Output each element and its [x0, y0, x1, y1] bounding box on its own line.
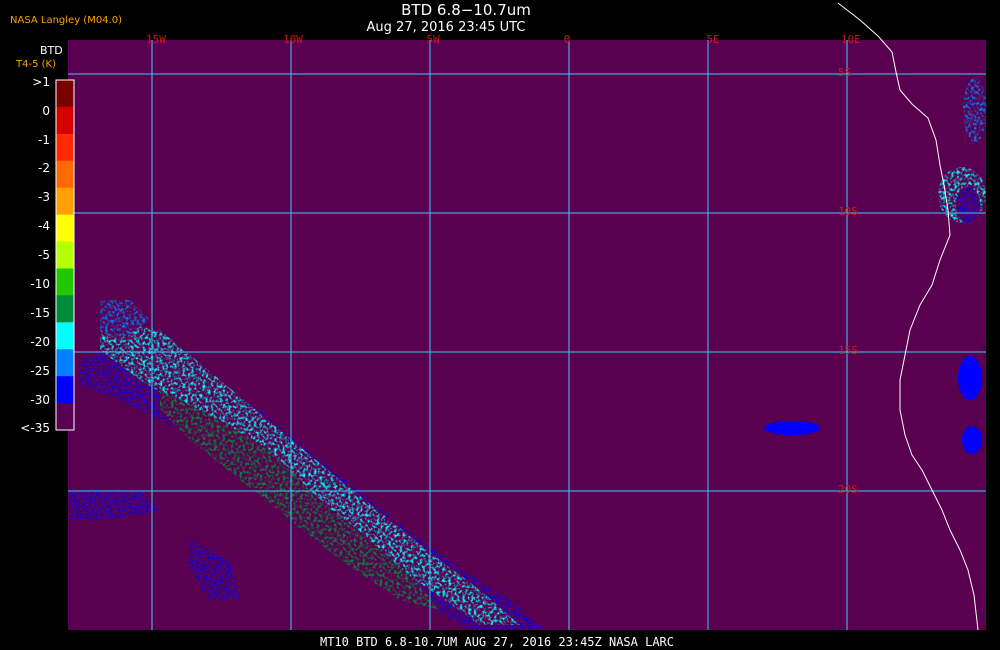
- colorbar-label: -25: [30, 364, 50, 378]
- colorbar-swatch: [56, 187, 74, 216]
- colorbar-label: -4: [38, 219, 50, 233]
- colorbar-units: T4-5 (K): [16, 59, 56, 70]
- colorbar-label: -10: [30, 277, 50, 291]
- colorbar-label: -5: [38, 248, 50, 262]
- colorbar-swatch: [56, 349, 74, 377]
- colorbar: [56, 80, 74, 431]
- longitude-label: 15W: [146, 33, 166, 46]
- longitude-label: 0: [563, 33, 571, 46]
- colorbar-label: -15: [30, 306, 50, 320]
- colorbar-swatch: [56, 106, 74, 135]
- colorbar-swatch: [56, 80, 74, 108]
- colorbar-swatch: [56, 403, 74, 431]
- colorbar-swatch: [56, 376, 74, 404]
- colorbar-label: -3: [38, 190, 50, 204]
- longitude-label: 5E: [706, 33, 720, 46]
- colorbar-label: -30: [30, 393, 50, 407]
- lat-lon-grid: [68, 40, 986, 630]
- map-overlay: [55, 2, 987, 631]
- timestamp: Aug 27, 2016 23:45 UTC: [366, 20, 526, 35]
- longitude-label: 10E: [841, 33, 861, 46]
- latitude-label: 20S: [838, 483, 858, 496]
- satellite-image-view: NASA Langley (M04.0) BTD 6.8−10.7um Aug …: [0, 0, 1000, 650]
- cloud-patches-east: [764, 78, 987, 454]
- colorbar-swatch: [56, 322, 74, 350]
- longitude-label: 5W: [426, 33, 440, 46]
- colorbar-label: >1: [32, 75, 50, 89]
- colorbar-swatch: [56, 214, 74, 243]
- latitude-label: 10S: [838, 205, 858, 218]
- colorbar-swatch: [56, 241, 74, 269]
- colorbar-swatch: [56, 160, 74, 189]
- colorbar-label: 0: [42, 104, 50, 118]
- colorbar-label: <-35: [20, 421, 50, 435]
- colorbar-title: BTD: [40, 44, 63, 57]
- footer-caption: MT10 BTD 6.8-10.7UM AUG 27, 2016 23:45Z …: [319, 635, 674, 649]
- colorbar-swatch: [56, 268, 74, 296]
- colorbar-label: -2: [38, 161, 50, 175]
- colorbar-label: -1: [38, 133, 50, 147]
- cloud-band: [70, 300, 545, 630]
- page-title: BTD 6.8−10.7um: [401, 1, 531, 19]
- latitude-label: 5S: [838, 66, 852, 79]
- coastline: [837, 2, 979, 631]
- colorbar-swatch: [56, 295, 74, 323]
- colorbar-label: -20: [30, 335, 50, 349]
- latitude-label: 15S: [838, 344, 858, 357]
- longitude-label: 10W: [283, 33, 303, 46]
- colorbar-swatch: [56, 133, 74, 162]
